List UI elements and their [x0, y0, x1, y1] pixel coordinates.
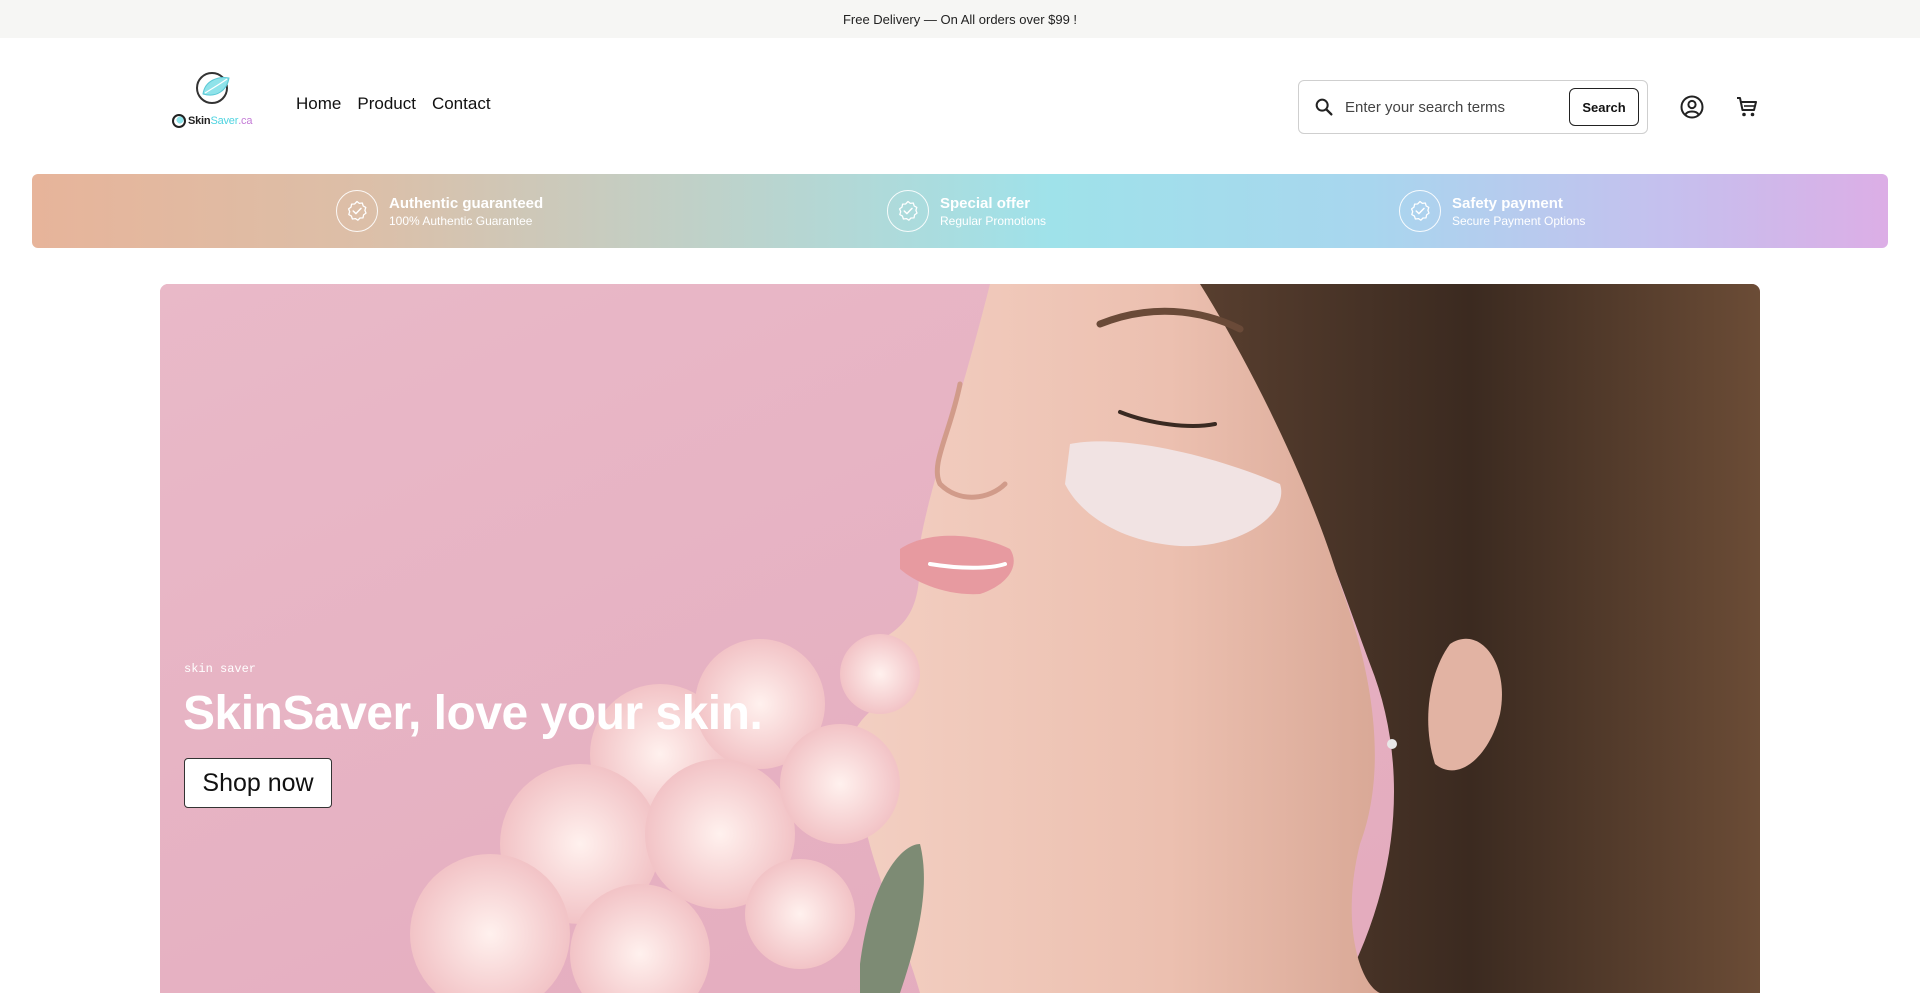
trust-item-offer: Special offer Regular Promotions: [887, 190, 1046, 232]
logo-text-tld: .ca: [238, 115, 253, 127]
trust-item-authentic: Authentic guaranteed 100% Authentic Guar…: [336, 190, 543, 232]
badge-check-icon: [1399, 190, 1441, 232]
nav-item-product[interactable]: Product: [357, 94, 416, 114]
logo[interactable]: Skin Saver .ca: [170, 68, 254, 140]
account-icon[interactable]: [1679, 94, 1705, 120]
search-button[interactable]: Search: [1569, 88, 1639, 126]
search-input[interactable]: [1345, 98, 1555, 116]
logo-leaf-icon: [196, 72, 230, 104]
main-nav: Home Product Contact: [296, 94, 491, 114]
nav-item-contact[interactable]: Contact: [432, 94, 491, 114]
announcement-text: Free Delivery — On All orders over $99 !: [842, 11, 1078, 27]
trust-subtitle: Regular Promotions: [940, 213, 1047, 228]
trust-title: Safety payment: [1452, 194, 1563, 212]
logo-text-skin: Skin: [188, 115, 211, 127]
search-icon: [1315, 98, 1333, 116]
trust-item-payment: Safety payment Secure Payment Options: [1399, 190, 1585, 232]
hero-banner: skin saver SkinSaver, love your skin. Sh…: [160, 284, 1760, 993]
logo-mini-icon: [172, 114, 186, 128]
trust-title: Authentic guaranteed: [389, 194, 544, 212]
announcement-bar: Free Delivery — On All orders over $99 !: [0, 0, 1920, 38]
hero-headline: SkinSaver, love your skin.: [183, 687, 763, 740]
cart-icon[interactable]: [1734, 94, 1760, 120]
trust-subtitle: 100% Authentic Guarantee: [389, 213, 533, 228]
search-box: Search: [1298, 80, 1648, 134]
nav-item-home[interactable]: Home: [296, 94, 341, 114]
badge-check-icon: [336, 190, 378, 232]
trust-banner: Authentic guaranteed 100% Authentic Guar…: [32, 174, 1888, 248]
badge-check-icon: [887, 190, 929, 232]
site-header: Skin Saver .ca Home Product Contact Sear…: [0, 38, 1920, 174]
logo-text-saver: Saver: [210, 115, 239, 127]
hero-photo: [160, 284, 1760, 993]
logo-wordmark: Skin Saver .ca: [172, 111, 252, 131]
trust-subtitle: Secure Payment Options: [1452, 213, 1586, 228]
trust-title: Special offer: [940, 194, 1031, 212]
shop-now-button[interactable]: Shop now: [184, 758, 332, 808]
hero-eyebrow: skin saver: [184, 662, 257, 676]
